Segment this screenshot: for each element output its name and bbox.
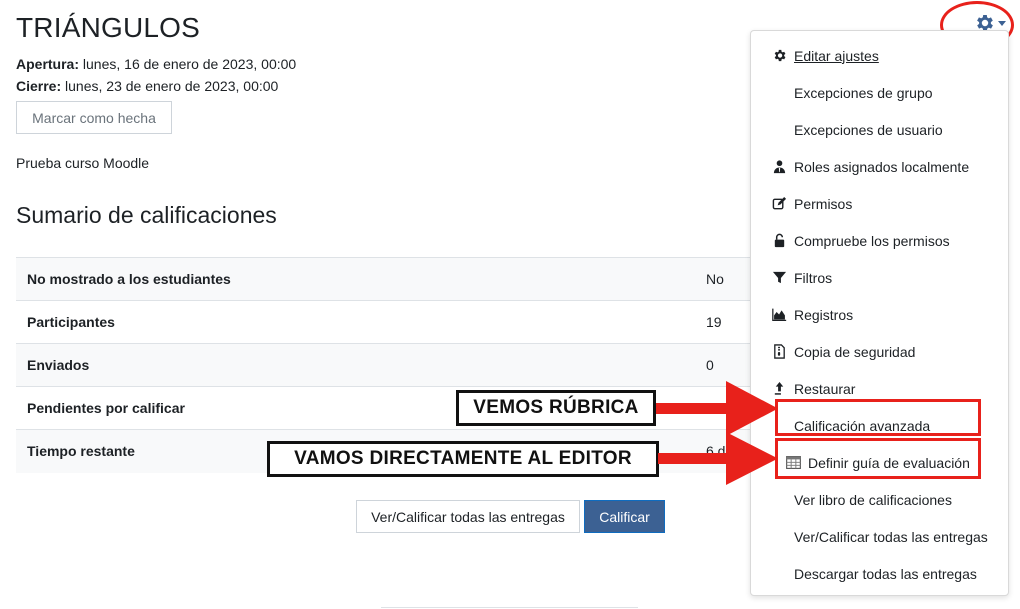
- menu-item-view-gradebook[interactable]: Ver libro de calificaciones: [751, 481, 1008, 518]
- row-label: Participantes: [27, 314, 115, 330]
- menu-item-filters[interactable]: Filtros: [751, 259, 1008, 296]
- opening-label: Apertura:: [16, 56, 80, 72]
- mark-done-button[interactable]: Marcar como hecha: [16, 101, 172, 134]
- row-value: No: [706, 271, 724, 287]
- opening-value: lunes, 16 de enero de 2023, 00:00: [79, 56, 297, 72]
- table-row: Enviados 0: [16, 343, 750, 387]
- divider: [381, 607, 638, 608]
- menu-item-user-overrides[interactable]: Excepciones de usuario: [751, 111, 1008, 148]
- menu-item-label: Permisos: [794, 195, 853, 212]
- grading-summary-title: Sumario de calificaciones: [16, 202, 277, 228]
- menu-item-logs[interactable]: Registros: [751, 296, 1008, 333]
- menu-item-group-overrides[interactable]: Excepciones de grupo: [751, 74, 1008, 111]
- menu-item-label: Ver/Calificar todas las entregas: [794, 528, 988, 545]
- arrow-right-icon: [658, 432, 778, 485]
- menu-item-label: Ver libro de calificaciones: [794, 491, 952, 508]
- row-label: No mostrado a los estudiantes: [27, 271, 231, 287]
- menu-item-edit-settings[interactable]: Editar ajustes: [751, 37, 1008, 74]
- menu-item-check-permissions[interactable]: Compruebe los permisos: [751, 222, 1008, 259]
- table-row: Participantes 19: [16, 300, 750, 344]
- menu-item-label: Descargar todas las entregas: [794, 565, 977, 582]
- user-tie-icon: [771, 159, 787, 175]
- table-row: No mostrado a los estudiantes No: [16, 257, 750, 301]
- area-chart-icon: [771, 307, 787, 323]
- menu-item-label: Registros: [794, 306, 854, 323]
- activity-intro: Prueba curso Moodle: [16, 155, 150, 171]
- pencil-square-icon: [771, 196, 787, 212]
- arrow-right-icon: [656, 381, 778, 436]
- row-value: 19: [706, 314, 722, 330]
- row-label: Enviados: [27, 357, 90, 373]
- closing-value: lunes, 23 de enero de 2023, 00:00: [61, 78, 279, 94]
- menu-item-label: Filtros: [794, 269, 833, 286]
- menu-item-local-roles[interactable]: Roles asignados localmente: [751, 148, 1008, 185]
- filter-icon: [771, 270, 787, 286]
- highlight-marking-guide: [775, 438, 981, 479]
- closing-date: Cierre: lunes, 23 de enero de 2023, 00:0…: [16, 78, 278, 94]
- menu-item-label: Restaurar: [794, 380, 856, 397]
- opening-date: Apertura: lunes, 16 de enero de 2023, 00…: [16, 56, 296, 72]
- highlight-advanced-grading: [775, 399, 981, 436]
- menu-item-label: Editar ajustes: [794, 47, 879, 64]
- callout-rubric: VEMOS RÚBRICA: [456, 390, 656, 426]
- unlock-icon: [771, 233, 787, 249]
- menu-item-view-all-submissions[interactable]: Ver/Calificar todas las entregas: [751, 518, 1008, 555]
- file-zip-icon: [771, 344, 787, 360]
- menu-item-label: Copia de seguridad: [794, 343, 916, 360]
- menu-item-label: Excepciones de usuario: [794, 121, 943, 138]
- gear-icon: [771, 48, 787, 64]
- callout-editor: VAMOS DIRECTAMENTE AL EDITOR: [267, 441, 659, 477]
- view-all-submissions-button[interactable]: Ver/Calificar todas las entregas: [356, 500, 580, 533]
- menu-item-download-all[interactable]: Descargar todas las entregas: [751, 555, 1008, 592]
- menu-item-backup[interactable]: Copia de seguridad: [751, 333, 1008, 370]
- grade-button[interactable]: Calificar: [584, 500, 665, 533]
- menu-item-permissions[interactable]: Permisos: [751, 185, 1008, 222]
- page-title: TRIÁNGULOS: [16, 12, 201, 43]
- menu-item-label: Roles asignados localmente: [794, 158, 970, 175]
- menu-item-label: Excepciones de grupo: [794, 84, 933, 101]
- menu-item-label: Compruebe los permisos: [794, 232, 950, 249]
- actions-menu: Editar ajustes Excepciones de grupo Exce…: [750, 30, 1009, 596]
- closing-label: Cierre:: [16, 78, 62, 94]
